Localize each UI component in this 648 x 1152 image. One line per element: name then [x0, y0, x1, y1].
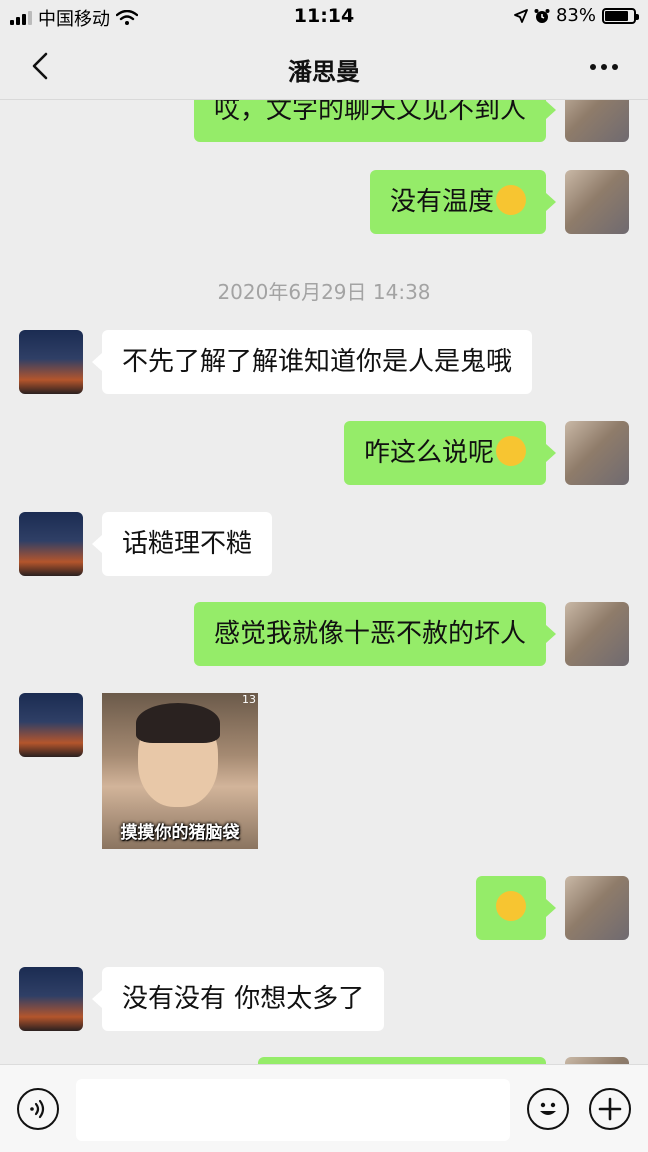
message-text: 感觉我就像十恶不赦的坏人 — [213, 619, 526, 649]
contact-avatar[interactable] — [19, 330, 83, 394]
their-message-bubble[interactable]: 不先了解了解谁知道你是人是鬼哦 — [91, 330, 533, 394]
location-arrow-icon — [514, 8, 528, 23]
message-text: 咋这么说呢 — [363, 438, 494, 468]
battery-icon — [602, 7, 639, 24]
sticker-corner-number: 13 — [242, 693, 256, 706]
weary-face-emoji-icon — [496, 184, 526, 215]
plus-icon — [598, 1097, 622, 1121]
my-message-bubble[interactable]: 感觉我就像十恶不赦的坏人 — [193, 602, 557, 666]
more-dots-icon[interactable] — [590, 64, 618, 70]
message-text: 没有没有 你想太多了 — [122, 984, 365, 1014]
contact-avatar[interactable] — [19, 512, 83, 576]
my-avatar[interactable] — [565, 602, 629, 666]
status-right: 83% — [514, 5, 639, 26]
message-text: 没有温度 — [389, 187, 494, 217]
alarm-icon — [534, 8, 550, 23]
message-input[interactable] — [76, 1079, 510, 1141]
sticker-child-hair — [136, 703, 220, 743]
emoji-icon — [540, 1102, 556, 1115]
my-message-bubble[interactable] — [476, 876, 556, 940]
my-avatar[interactable] — [565, 1057, 629, 1064]
their-message-bubble[interactable]: 没有没有 你想太多了 — [91, 967, 385, 1031]
nav-bar: 潘思曼 — [0, 34, 648, 100]
my-message-bubble-partial[interactable] — [258, 1057, 546, 1064]
message-text: 话糙理不糙 — [122, 529, 253, 559]
input-bar — [0, 1064, 648, 1152]
my-avatar[interactable] — [565, 421, 629, 485]
sweat-face-emoji-icon — [496, 890, 526, 921]
emoji-button[interactable] — [527, 1088, 569, 1130]
chat-area[interactable]: 哎，文字的聊天又见不到人 没有温度 2020年6月29日 14:38 不先了解了… — [0, 100, 648, 1064]
status-bar: 中国移动 11:14 83% — [0, 0, 648, 34]
their-message-bubble[interactable]: 话糙理不糙 — [91, 512, 273, 576]
plus-button[interactable] — [589, 1088, 631, 1130]
sticker-image[interactable]: 13 摸摸你的猪脑袋 — [102, 693, 258, 849]
contact-avatar[interactable] — [19, 693, 83, 757]
message-text: 不先了解了解谁知道你是人是鬼哦 — [122, 347, 513, 377]
my-message-bubble[interactable]: 哎，文字的聊天又见不到人 — [193, 100, 557, 142]
contact-avatar[interactable] — [19, 967, 83, 1031]
timestamp: 2020年6月29日 14:38 — [217, 280, 431, 304]
voice-icon — [30, 1099, 45, 1119]
my-message-bubble[interactable]: 咋这么说呢 — [343, 421, 557, 485]
chat-title: 潘思曼 — [288, 58, 360, 86]
pleading-face-emoji-icon — [496, 435, 526, 466]
my-message-bubble[interactable]: 没有温度 — [369, 170, 557, 234]
battery-percent: 83% — [555, 5, 596, 26]
my-avatar[interactable] — [565, 170, 629, 234]
my-avatar[interactable] — [565, 100, 629, 142]
sticker-caption: 摸摸你的猪脑袋 — [120, 823, 240, 843]
my-avatar[interactable] — [565, 876, 629, 940]
voice-button[interactable] — [17, 1088, 59, 1130]
message-text: 哎，文字的聊天又见不到人 — [213, 100, 526, 125]
